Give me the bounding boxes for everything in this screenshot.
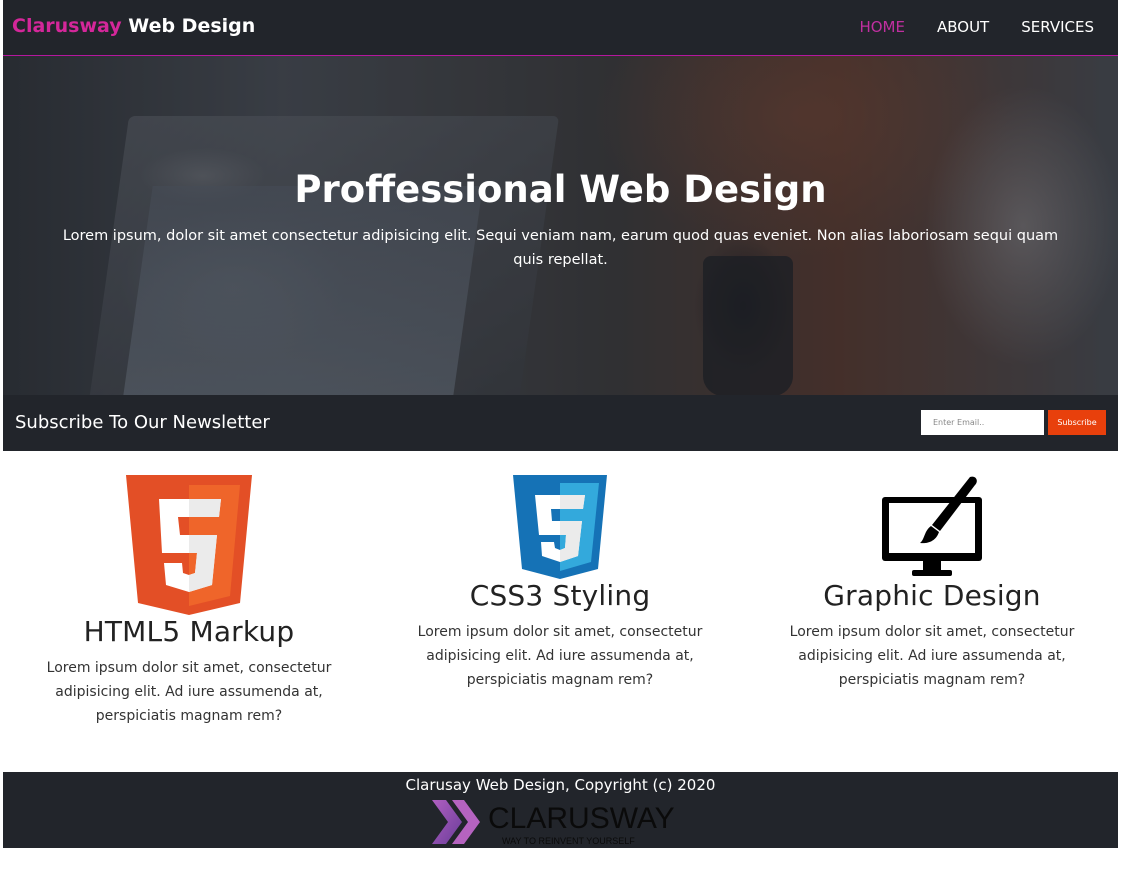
newsletter-title: Subscribe To Our Newsletter [15,412,270,433]
site-header: Clarusway Web Design HOME ABOUT SERVICES [3,0,1118,56]
newsletter-bar: Subscribe To Our Newsletter Subscribe [3,395,1118,451]
brand-accent: Clarusway [12,15,122,37]
feature-title: CSS3 Styling [469,579,651,612]
feature-title: HTML5 Markup [83,615,295,648]
nav-home[interactable]: HOME [859,18,905,36]
monitor-brush-icon [882,476,982,576]
feature-title: Graphic Design [823,579,1041,612]
email-input[interactable] [921,410,1044,435]
logo-text: CLARUSWAY [488,802,675,835]
brand-logo[interactable]: Clarusway Web Design [12,15,255,37]
footer-copyright: Clarusay Web Design, Copyright (c) 2020 [405,776,716,794]
feature-text: Lorem ipsum dolor sit amet, consectetur … [789,624,1075,688]
brand-rest: Web Design [128,15,256,37]
hero-title: Proffessional Web Design [294,168,827,211]
nav-about[interactable]: ABOUT [937,18,989,36]
feature-text: Lorem ipsum dolor sit amet, consectetur … [46,660,332,724]
feature-graphic: Graphic Design Lorem ipsum dolor sit ame… [752,475,1112,692]
main-nav: HOME ABOUT SERVICES [859,18,1118,36]
hero-section: Proffessional Web Design Lorem ipsum, do… [3,56,1118,395]
html5-icon [126,475,252,615]
clarusway-logo[interactable]: CLARUSWAY WAY TO REINVENT YOURSELF [430,798,696,848]
site-footer: Clarusay Web Design, Copyright (c) 2020 … [3,772,1118,848]
logo-tagline: WAY TO REINVENT YOURSELF [502,836,635,846]
feature-text: Lorem ipsum dolor sit amet, consectetur … [417,624,703,688]
css3-icon [513,475,607,579]
nav-services[interactable]: SERVICES [1021,18,1094,36]
feature-css3: CSS3 Styling Lorem ipsum dolor sit amet,… [380,475,740,692]
feature-html5: HTML5 Markup Lorem ipsum dolor sit amet,… [9,475,369,728]
subscribe-button[interactable]: Subscribe [1048,410,1106,435]
hero-text: Lorem ipsum, dolor sit amet consectetur … [62,228,1059,268]
